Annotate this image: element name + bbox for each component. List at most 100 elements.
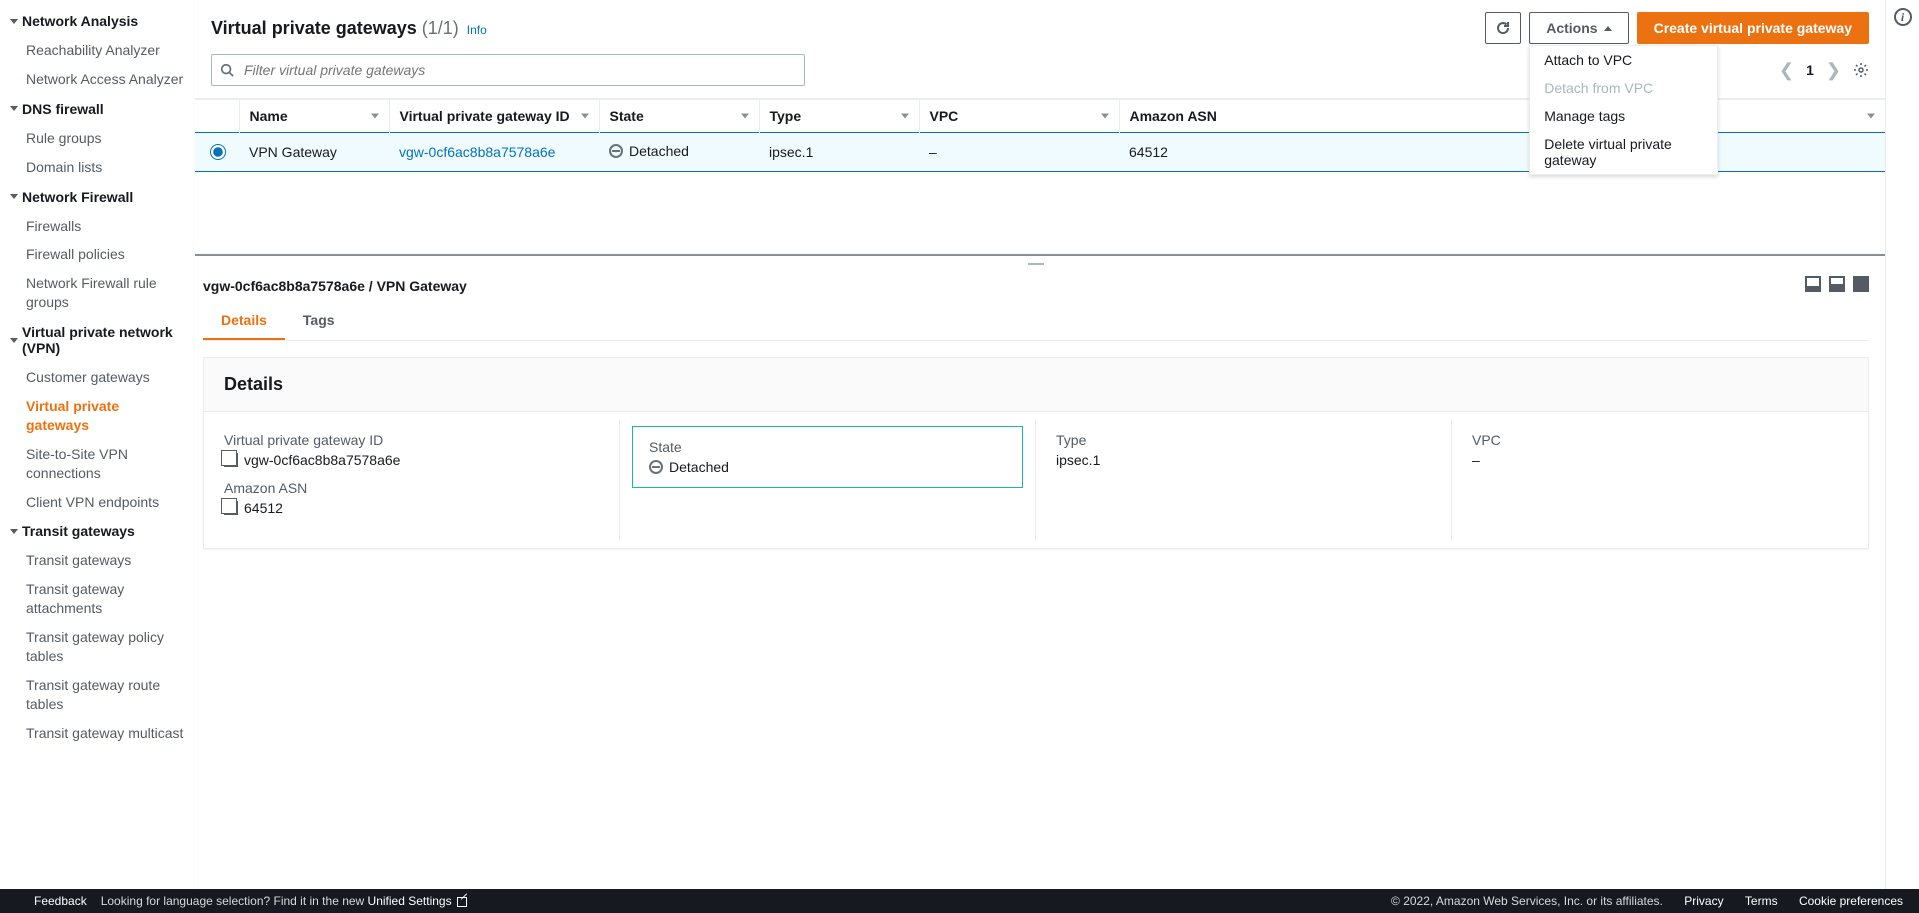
settings-button[interactable] <box>1853 62 1869 78</box>
caret-down-icon <box>10 338 18 343</box>
th-name[interactable]: Name <box>239 100 389 133</box>
caret-down-icon <box>10 106 18 111</box>
footer-terms-link[interactable]: Terms <box>1745 894 1778 908</box>
filter-input[interactable] <box>242 61 796 79</box>
copy-icon[interactable] <box>224 453 238 467</box>
panel-size-small-button[interactable] <box>1805 276 1821 292</box>
filter-input-wrap[interactable] <box>211 54 805 86</box>
caret-down-icon <box>10 19 18 24</box>
pagination-prev[interactable]: ❮ <box>1779 60 1794 81</box>
row-select-radio[interactable] <box>210 144 226 160</box>
nav-section-label: Transit gateways <box>22 523 135 539</box>
refresh-button[interactable] <box>1485 12 1521 44</box>
field-label-vgwid: Virtual private gateway ID <box>224 432 599 448</box>
action-manage-tags[interactable]: Manage tags <box>1530 102 1717 130</box>
nav-section-transit-gateways[interactable]: Transit gateways <box>0 516 194 546</box>
details-card-title: Details <box>204 358 1868 412</box>
external-link-icon <box>457 897 467 907</box>
nav-item-rule-groups[interactable]: Rule groups <box>0 124 194 153</box>
caret-down-icon <box>10 194 18 199</box>
th-vpc[interactable]: VPC <box>919 100 1119 133</box>
nav-item-nf-rule-groups[interactable]: Network Firewall rule groups <box>0 269 194 317</box>
caret-down-icon <box>10 529 18 534</box>
field-label-type: Type <box>1056 432 1431 448</box>
nav-item-transit-gateways[interactable]: Transit gateways <box>0 546 194 575</box>
th-asn[interactable]: Amazon ASN <box>1119 100 1885 133</box>
create-vgw-button[interactable]: Create virtual private gateway <box>1637 12 1869 44</box>
sort-icon <box>371 114 379 119</box>
field-value-vpc: – <box>1472 452 1480 468</box>
nav-section-label: Network Firewall <box>22 189 133 205</box>
page-title: Virtual private gateways (1/1) <box>211 18 459 39</box>
footer-feedback-link[interactable]: Feedback <box>34 894 87 908</box>
nav-item-firewalls[interactable]: Firewalls <box>0 212 194 241</box>
nav-item-virtual-private-gateways[interactable]: Virtual private gateways <box>0 392 194 440</box>
page-title-count: (1/1) <box>422 18 459 38</box>
nav-section-label: Virtual private network (VPN) <box>22 324 184 356</box>
details-card: Details Virtual private gateway ID vgw-0… <box>203 357 1869 549</box>
pagination-page: 1 <box>1806 62 1814 78</box>
action-delete-vgw[interactable]: Delete virtual private gateway <box>1530 130 1717 174</box>
cell-state: Detached <box>609 143 689 159</box>
panel-size-medium-button[interactable] <box>1829 276 1845 292</box>
nav-item-tg-route-tables[interactable]: Transit gateway route tables <box>0 671 194 719</box>
nav-item-firewall-policies[interactable]: Firewall policies <box>0 240 194 269</box>
pagination-next[interactable]: ❯ <box>1826 60 1841 81</box>
nav-item-domain-lists[interactable]: Domain lists <box>0 153 194 182</box>
footer: Feedback Looking for language selection?… <box>0 889 1919 913</box>
refresh-icon <box>1495 20 1511 36</box>
nav-section-label: DNS firewall <box>22 101 104 117</box>
action-attach-vpc[interactable]: Attach to VPC <box>1530 46 1717 74</box>
tab-tags[interactable]: Tags <box>285 302 353 340</box>
field-label-asn: Amazon ASN <box>224 480 599 496</box>
detail-tabs: Details Tags <box>203 302 1869 341</box>
nav-section-network-analysis[interactable]: Network Analysis <box>0 6 194 36</box>
copy-icon[interactable] <box>224 501 238 515</box>
th-vgwid[interactable]: Virtual private gateway ID <box>389 100 599 133</box>
nav-item-site-to-site-vpn[interactable]: Site-to-Site VPN connections <box>0 440 194 488</box>
panel-resize-handle[interactable] <box>203 256 1869 272</box>
nav-item-tg-multicast[interactable]: Transit gateway multicast <box>0 719 194 748</box>
sort-icon <box>741 114 749 119</box>
nav-item-tg-attachments[interactable]: Transit gateway attachments <box>0 575 194 623</box>
field-label-vpc: VPC <box>1472 432 1848 448</box>
nav-item-network-access-analyzer[interactable]: Network Access Analyzer <box>0 65 194 94</box>
footer-unified-settings-link[interactable]: Unified Settings <box>368 894 467 908</box>
search-icon <box>220 63 234 77</box>
sort-icon <box>1101 114 1109 119</box>
cell-asn: 64512 <box>1119 133 1885 172</box>
th-state[interactable]: State <box>599 100 759 133</box>
cell-type: ipsec.1 <box>759 133 919 172</box>
info-link[interactable]: Info <box>467 23 487 37</box>
info-icon: i <box>1894 8 1912 26</box>
th-type[interactable]: Type <box>759 100 919 133</box>
nav-item-client-vpn-endpoints[interactable]: Client VPN endpoints <box>0 488 194 517</box>
cell-state-text: Detached <box>629 143 689 159</box>
panel-size-full-button[interactable] <box>1853 276 1869 292</box>
actions-button-label: Actions <box>1546 20 1597 36</box>
nav-item-reachability-analyzer[interactable]: Reachability Analyzer <box>0 36 194 65</box>
nav-section-vpn[interactable]: Virtual private network (VPN) <box>0 317 194 363</box>
footer-cookie-link[interactable]: Cookie preferences <box>1799 894 1903 908</box>
cell-vpc: – <box>919 133 1119 172</box>
main-content: Virtual private gateways (1/1) Info Acti… <box>195 0 1885 913</box>
action-detach-vpc: Detach from VPC <box>1530 74 1717 102</box>
detached-icon <box>649 460 663 474</box>
tab-details[interactable]: Details <box>203 302 285 340</box>
nav-item-tg-policy-tables[interactable]: Transit gateway policy tables <box>0 623 194 671</box>
sort-icon <box>901 114 909 119</box>
footer-privacy-link[interactable]: Privacy <box>1684 894 1723 908</box>
nav-section-dns-firewall[interactable]: DNS firewall <box>0 94 194 124</box>
actions-button[interactable]: Actions <box>1529 12 1628 44</box>
footer-lang-prompt: Looking for language selection? Find it … <box>101 894 467 908</box>
nav-item-customer-gateways[interactable]: Customer gateways <box>0 363 194 392</box>
gear-icon <box>1853 62 1869 78</box>
field-label-state: State <box>649 439 1006 455</box>
detached-icon <box>609 144 623 158</box>
grip-icon <box>1028 263 1044 265</box>
cell-vgwid-link[interactable]: vgw-0cf6ac8b8a7578a6e <box>399 144 555 160</box>
info-panel-toggle[interactable]: i <box>1885 0 1919 913</box>
nav-section-network-firewall[interactable]: Network Firewall <box>0 182 194 212</box>
sidebar[interactable]: Network Analysis Reachability Analyzer N… <box>0 0 195 913</box>
field-value-asn: 64512 <box>244 500 283 516</box>
